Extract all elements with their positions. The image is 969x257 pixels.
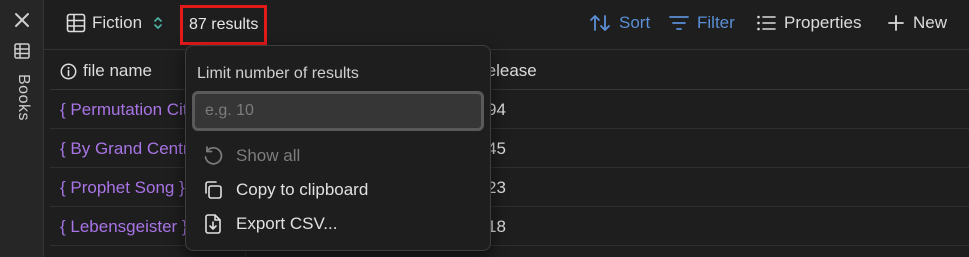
properties-button[interactable]: Properties — [756, 13, 861, 33]
close-icon[interactable] — [13, 11, 31, 29]
copy-label: Copy to clipboard — [236, 180, 369, 199]
sort-label: Sort — [619, 13, 651, 32]
sidebar-strip: Books — [0, 0, 44, 257]
chevron-updown-icon — [154, 17, 162, 29]
new-button[interactable]: New — [887, 13, 947, 33]
properties-label: Properties — [784, 13, 862, 32]
results-popover: Limit number of results Show all Copy to… — [185, 45, 491, 251]
app-window: Books Fiction 87 results Sort Filter Pro… — [0, 0, 969, 257]
sort-icon — [590, 15, 610, 31]
copy-to-clipboard-menu-item[interactable]: Copy to clipboard — [202, 179, 368, 201]
copy-icon — [205, 181, 222, 199]
export-label: Export CSV... — [236, 214, 338, 233]
filter-icon — [669, 16, 689, 30]
column-header-file-name[interactable]: file name — [60, 61, 152, 81]
results-count-button[interactable]: 87 results — [180, 5, 268, 45]
sidebar-books-label[interactable]: Books — [14, 74, 32, 121]
info-icon — [60, 63, 77, 79]
view-selector[interactable]: Fiction — [66, 13, 164, 33]
plus-icon — [888, 15, 904, 31]
export-csv-menu-item[interactable]: Export CSV... — [202, 213, 337, 235]
sort-button[interactable]: Sort — [589, 13, 650, 33]
new-label: New — [913, 13, 948, 32]
table-icon — [66, 13, 86, 33]
filter-label: Filter — [697, 13, 735, 32]
limit-input[interactable] — [192, 91, 484, 131]
toolbar: Fiction 87 results Sort Filter Propertie… — [44, 0, 969, 50]
export-icon — [205, 214, 221, 234]
reset-icon — [204, 146, 223, 165]
show-all-label: Show all — [236, 146, 301, 165]
limit-results-title: Limit number of results — [197, 65, 359, 82]
list-icon — [757, 15, 776, 31]
show-all-menu-item[interactable]: Show all — [202, 145, 300, 167]
view-name: Fiction — [92, 13, 143, 32]
column-header-label: file name — [83, 61, 152, 80]
filter-button[interactable]: Filter — [669, 13, 735, 33]
table-icon — [14, 43, 30, 59]
